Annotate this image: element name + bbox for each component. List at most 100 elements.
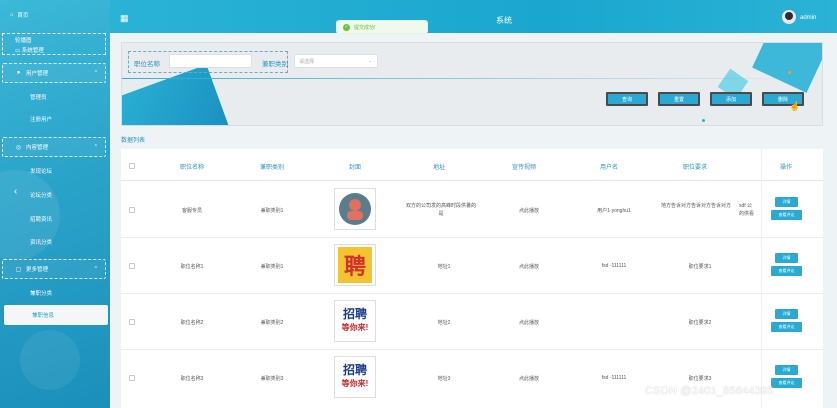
recruit-poster: 招聘 等你来! [341, 363, 369, 389]
cell-type: 兼职类别2 [260, 320, 284, 326]
cell-name: 客服专员 [181, 208, 202, 214]
add-button[interactable]: 添加 [710, 92, 752, 106]
monitor-icon: ▭ [15, 48, 21, 54]
recruit-poster: 招聘 等你来! [341, 307, 369, 333]
detail-button[interactable]: 详情 [775, 365, 798, 375]
sidebar-item-recruit-news[interactable]: 招聘资讯 [0, 210, 110, 228]
username[interactable]: admin [800, 15, 816, 21]
chevron-up-icon: ^ [94, 144, 97, 150]
sidebar-group-more[interactable]: ▢ 更多管理 ^ [2, 259, 106, 279]
col-cover: 封面 [348, 165, 361, 171]
row-checkbox[interactable] [129, 207, 135, 213]
row-checkbox[interactable] [129, 263, 135, 269]
cover-image[interactable]: 招聘 等你来! [334, 356, 376, 398]
user-icon: ● [16, 70, 21, 76]
cell-name: 职位名称1 [180, 264, 204, 270]
col-address: 地址 [432, 165, 445, 171]
banner-decoration [752, 43, 822, 93]
sidebar-item-forum[interactable]: 发现论坛 [0, 162, 110, 180]
cell-address: 地址2 [437, 320, 451, 326]
cell-type: 兼职类别3 [260, 376, 284, 382]
sidebar-item-parttime-category[interactable]: 兼职分类 [0, 284, 110, 302]
list-title: 数据列表 [121, 138, 146, 144]
cell-overflow: sdf 公 的供看 [739, 203, 755, 217]
cell-video[interactable]: 点此播放 [489, 263, 569, 270]
col-user: 用户名 [599, 165, 618, 171]
sidebar-item-system[interactable]: 轮播图 ▭ 系统管理 [2, 33, 106, 55]
name-label: 职位名称 [134, 61, 160, 68]
detail-button[interactable]: 详情 [775, 309, 798, 319]
person-image [339, 193, 371, 225]
success-toast: ✓ 提交成功! [336, 20, 428, 34]
sidebar-item-admin[interactable]: 管理员 [0, 88, 110, 106]
grid-menu-icon[interactable]: ▦ [120, 13, 129, 24]
select-all-checkbox[interactable] [129, 163, 135, 169]
view-review-button[interactable]: 查看评论 [771, 322, 802, 332]
actions-column: 详情 查看评论 详情 查看评论 详情 查看评论 详情 查看评论 [761, 149, 823, 408]
col-video: 宣传视频 [511, 165, 536, 171]
cell-name: 职位名称2 [180, 320, 204, 326]
table-row[interactable]: 客服专员 兼职类别1 双方的公司发的高峰时段供暑的是 点此播放 用户1-yong… [121, 182, 823, 238]
avatar[interactable] [782, 10, 796, 24]
banner-decoration [122, 64, 231, 125]
recruit-poster: 聘 [338, 247, 372, 283]
home-icon: ⌂ [10, 12, 14, 18]
cell-type: 兼职类别1 [260, 264, 284, 270]
sidebar-group-content[interactable]: ◎ 内容管理 ^ [2, 137, 106, 157]
table-header: 职位名称 兼职类别 封面 地址 宣传视频 用户名 职位要求 操作 [121, 149, 823, 181]
top-header: ▦ 系统 admin [110, 0, 837, 33]
cell-video[interactable]: 点此播放 [489, 319, 569, 326]
cursor-icon: ☝ [789, 101, 801, 111]
cell-requirement: 地方告诉对方告诉对方告诉对方 [660, 203, 731, 209]
table-row[interactable]: 职位名称1 兼职类别1 聘 地址1 点此播放 fsd -111111 职位要求1 [121, 238, 823, 294]
detail-button[interactable]: 详情 [775, 253, 798, 263]
sidebar-item-parttime-info[interactable]: 兼职信息 [4, 305, 108, 325]
search-panel: 职位名称 兼职类别 请选择 ⌄ 查询 重置 添加 删除 ☝ [121, 42, 823, 126]
reset-button[interactable]: 重置 [658, 92, 700, 106]
content-icon: ◎ [15, 144, 22, 151]
view-review-button[interactable]: 查看评论 [771, 378, 802, 388]
sidebar-item-home[interactable]: ⌂ 首页 [0, 8, 110, 22]
cell-requirement: 职位要求1 [688, 264, 712, 270]
type-label: 兼职类别 [262, 61, 288, 68]
window-icon: ▢ [15, 266, 22, 273]
cover-image[interactable]: 招聘 等你来! [334, 300, 376, 342]
cell-video[interactable]: 点此播放 [489, 207, 569, 214]
cell-requirement: 职位要求2 [688, 320, 712, 326]
cell-video[interactable]: 点此播放 [489, 375, 569, 382]
sidebar: ⌂ 首页 轮播图 ▭ 系统管理 ● 用户管理 ^ 管理员 注册用户 ◎ 内容管理… [0, 0, 110, 408]
type-select[interactable]: 请选择 ⌄ [294, 54, 378, 68]
check-icon: ✓ [343, 23, 350, 31]
cell-address: 地址3 [437, 376, 451, 382]
sidebar-item-registered-users[interactable]: 注册用户 [0, 110, 110, 128]
cell-name: 职位名称3 [180, 376, 204, 382]
cell-address: 双方的公司发的高峰时段供暑的是 [405, 203, 476, 217]
detail-button[interactable]: 详情 [775, 197, 798, 207]
col-name: 职位名称 [179, 165, 204, 171]
chevron-left-icon[interactable]: ‹ [14, 186, 17, 197]
banner-dot [702, 119, 705, 122]
sidebar-group-users[interactable]: ● 用户管理 ^ [2, 63, 106, 83]
row-checkbox[interactable] [129, 375, 135, 381]
name-input[interactable] [169, 54, 252, 68]
page-title: 系统 [496, 16, 512, 25]
table-row[interactable]: 职位名称3 兼职类别3 招聘 等你来! 地址3 点此播放 fsd -111111… [121, 350, 823, 406]
banner-line [122, 78, 822, 79]
cover-image[interactable] [334, 188, 376, 230]
view-review-button[interactable]: 查看评论 [771, 210, 802, 220]
cover-image[interactable]: 聘 [334, 244, 376, 286]
chevron-down-icon: ⌄ [367, 58, 372, 64]
data-table: 职位名称 兼职类别 封面 地址 宣传视频 用户名 职位要求 操作 客服专员 兼职… [121, 149, 823, 408]
chevron-up-icon: ^ [94, 70, 97, 76]
cell-user: 用户1-yonghu1 [597, 208, 631, 214]
cell-address: 地址1 [437, 264, 451, 270]
table-row[interactable]: 职位名称2 兼职类别2 招聘 等你来! 地址2 点此播放 职位要求2 [121, 294, 823, 350]
col-type: 兼职类别 [259, 165, 284, 171]
sidebar-item-news-category[interactable]: 资讯分类 [0, 233, 110, 251]
sidebar-item-carousel: 轮播图 [15, 38, 32, 44]
watermark: CSDN @2401_85644395 [645, 385, 774, 397]
row-checkbox[interactable] [129, 319, 135, 325]
view-review-button[interactable]: 查看评论 [771, 266, 802, 276]
cell-type: 兼职类别1 [260, 208, 284, 214]
query-button[interactable]: 查询 [606, 92, 648, 106]
